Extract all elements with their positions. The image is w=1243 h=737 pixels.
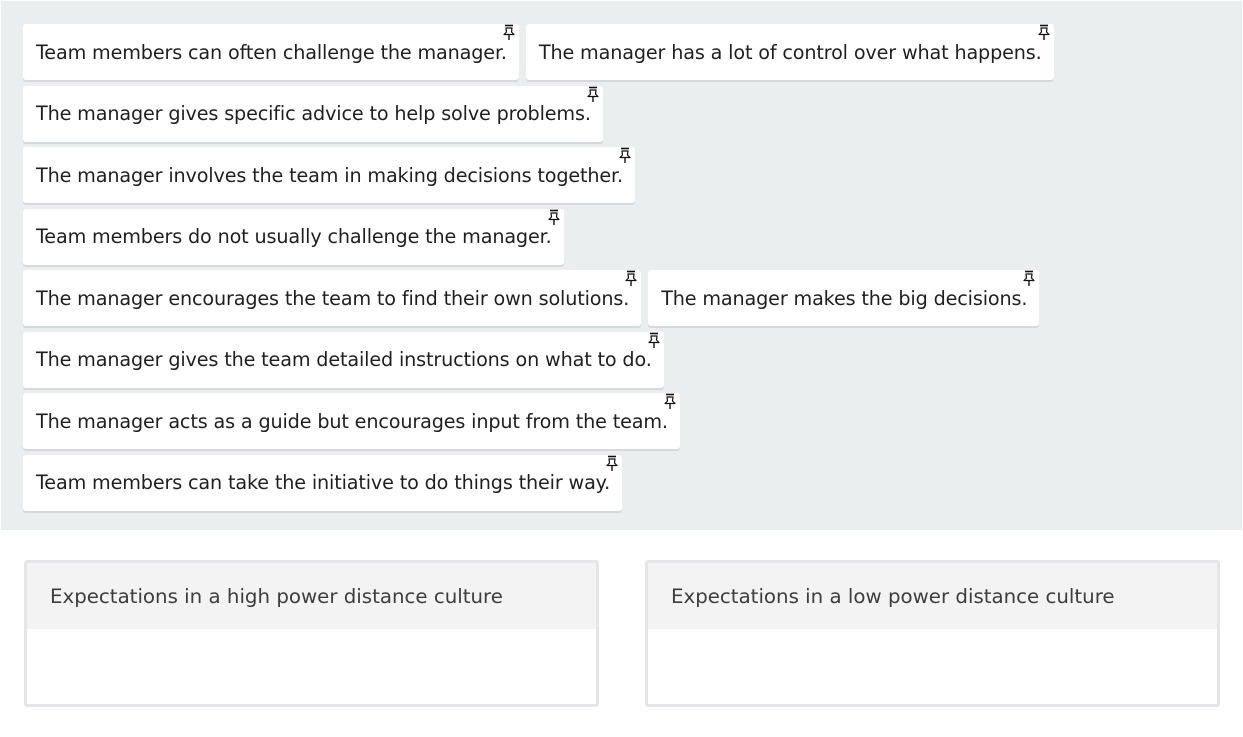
drop-zone-high-power-distance[interactable]: Expectations in a high power distance cu…: [24, 560, 599, 707]
pin-icon: [619, 147, 631, 163]
draggable-chip[interactable]: Team members can take the initiative to …: [23, 454, 623, 511]
chip-label: Team members can take the initiative to …: [36, 471, 611, 494]
pin-icon: [1023, 270, 1035, 286]
pin-icon: [1037, 24, 1050, 40]
draggable-chip[interactable]: Team members can often challenge the man…: [23, 24, 519, 80]
chip-row: The manager gives the team detailed inst…: [23, 331, 1054, 388]
chip-label: The manager gives the team detailed inst…: [36, 348, 652, 371]
chip-label: The manager makes the big decisions.: [661, 286, 1028, 310]
chip-label: The manager acts as a guide but encourag…: [36, 409, 668, 433]
draggable-chip[interactable]: The manager acts as a guide but encourag…: [23, 393, 680, 449]
chip-list: Team members can often challenge the man…: [23, 24, 1054, 516]
drop-zone-low-power-distance[interactable]: Expectations in a low power distance cul…: [645, 560, 1220, 707]
chip-row: Team members can often challenge the man…: [23, 24, 1054, 80]
pin-icon: [664, 393, 676, 409]
draggable-chip[interactable]: The manager encourages the team to find …: [23, 270, 642, 326]
chip-label: Team members can often challenge the man…: [36, 40, 507, 64]
pin-icon: [547, 209, 560, 225]
chip-row: The manager acts as a guide but encourag…: [23, 393, 1054, 449]
drop-area[interactable]: [648, 629, 1217, 701]
chip-row: Team members can take the initiative to …: [23, 454, 1054, 511]
chip-row: Team members do not usually challenge th…: [23, 208, 1054, 265]
chip-row: The manager involves the team in making …: [23, 147, 1054, 203]
chip-label: The manager involves the team in making …: [36, 163, 623, 187]
chip-label: The manager gives specific advice to hel…: [36, 102, 591, 125]
chip-label: The manager encourages the team to find …: [36, 286, 630, 310]
draggable-chip[interactable]: Team members do not usually challenge th…: [23, 208, 564, 265]
pin-icon: [587, 86, 599, 102]
chip-row: The manager encourages the team to find …: [23, 270, 1054, 326]
draggable-chip[interactable]: The manager involves the team in making …: [23, 147, 635, 203]
drop-zone-title: Expectations in a low power distance cul…: [648, 563, 1217, 629]
chip-row: The manager gives specific advice to hel…: [23, 85, 1054, 142]
pin-icon: [503, 24, 515, 40]
draggable-chip[interactable]: The manager makes the big decisions.: [648, 270, 1040, 326]
draggable-chip[interactable]: The manager gives specific advice to hel…: [23, 85, 603, 142]
drop-zone-title: Expectations in a high power distance cu…: [27, 563, 596, 629]
pin-icon: [625, 270, 637, 286]
pin-icon: [648, 332, 660, 348]
pin-icon: [606, 455, 618, 471]
draggable-chip[interactable]: The manager gives the team detailed inst…: [23, 331, 664, 388]
chip-label: Team members do not usually challenge th…: [36, 225, 552, 248]
draggable-items-pool: Team members can often challenge the man…: [1, 1, 1242, 530]
chip-label: The manager has a lot of control over wh…: [538, 40, 1042, 64]
drop-area[interactable]: [27, 629, 596, 701]
draggable-chip[interactable]: The manager has a lot of control over wh…: [525, 24, 1054, 80]
